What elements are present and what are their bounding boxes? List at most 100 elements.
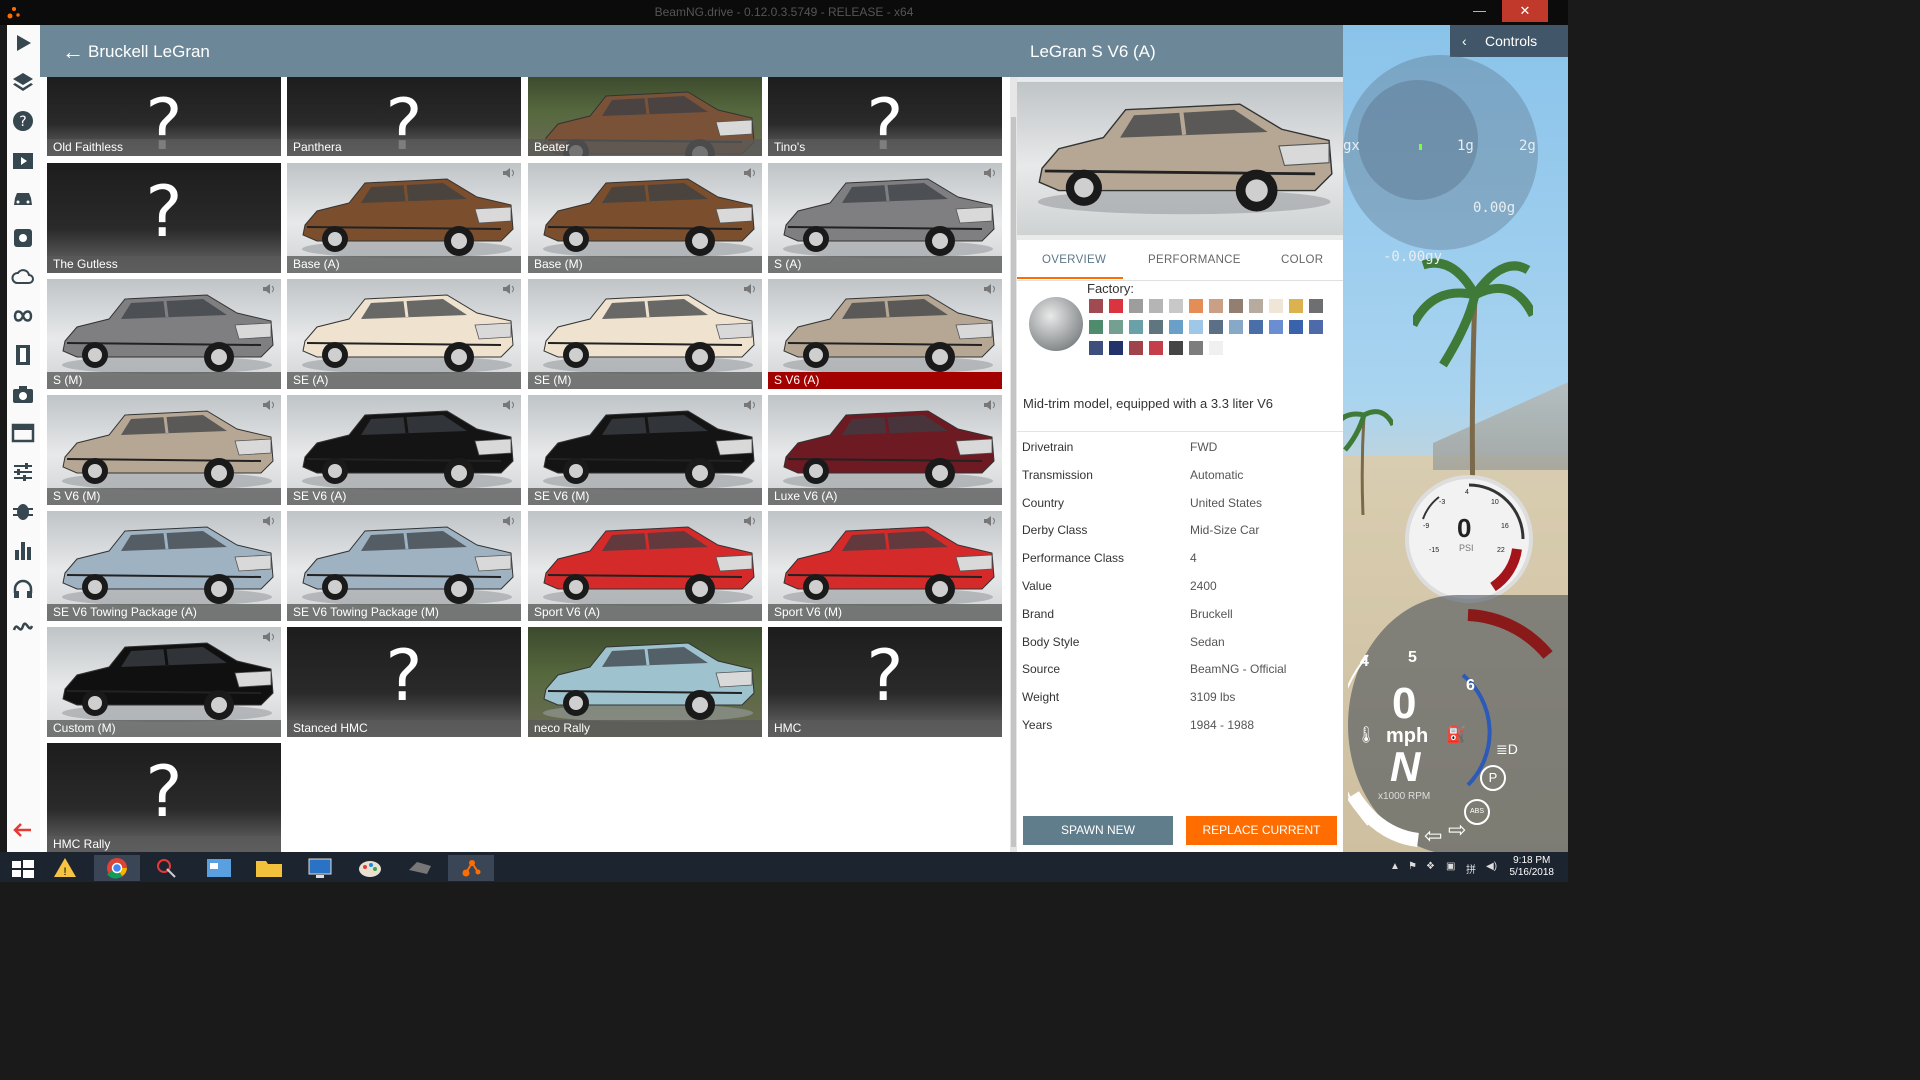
taskbar-clock[interactable]: 9:18 PM 5/16/2018 xyxy=(1510,855,1555,879)
color-swatch[interactable] xyxy=(1189,320,1203,334)
bar-chart-icon[interactable] xyxy=(11,538,35,562)
vehicle-tile[interactable]: Sport V6 (A) xyxy=(528,511,762,621)
vehicle-tile[interactable]: SE V6 (A) xyxy=(287,395,521,505)
color-swatch[interactable] xyxy=(1309,320,1323,334)
vehicle-tile[interactable]: ? Old Faithless xyxy=(47,77,281,156)
color-swatch[interactable] xyxy=(1129,320,1143,334)
vehicle-tile[interactable]: SE V6 (M) xyxy=(528,395,762,505)
gear-icon[interactable] xyxy=(11,226,35,250)
color-swatch[interactable] xyxy=(1089,299,1103,313)
paint-app-icon[interactable] xyxy=(347,855,393,881)
vehicle-tile[interactable]: S V6 (M) xyxy=(47,395,281,505)
vehicle-tile[interactable]: SE (A) xyxy=(287,279,521,389)
loop-icon[interactable] xyxy=(11,304,35,328)
spawn-new-button[interactable]: SPAWN NEW xyxy=(1023,816,1173,845)
color-swatch[interactable] xyxy=(1189,299,1203,313)
color-swatch[interactable] xyxy=(1269,320,1283,334)
color-swatch[interactable] xyxy=(1169,320,1183,334)
tray-dropbox-icon[interactable]: ❖ xyxy=(1426,861,1435,872)
color-swatch[interactable] xyxy=(1089,341,1103,355)
vehicle-tile[interactable]: ? Panthera xyxy=(287,77,521,156)
exit-arrow-icon[interactable] xyxy=(11,818,35,842)
monitor-app-icon[interactable] xyxy=(297,855,343,881)
color-swatch[interactable] xyxy=(1289,299,1303,313)
sliders-icon[interactable] xyxy=(11,460,35,484)
windows-start-icon[interactable] xyxy=(0,855,46,881)
vehicle-tile[interactable]: ? HMC xyxy=(768,627,1002,737)
color-swatch[interactable] xyxy=(1129,341,1143,355)
game-app-icon[interactable] xyxy=(397,855,443,881)
back-arrow-icon[interactable]: ← xyxy=(62,39,84,65)
color-swatch[interactable] xyxy=(1289,320,1303,334)
color-swatch[interactable] xyxy=(1169,341,1183,355)
tray-flag-icon[interactable]: ⚑ xyxy=(1408,861,1417,872)
vehicle-tile[interactable]: Base (M) xyxy=(528,163,762,273)
camera-icon[interactable] xyxy=(11,382,35,406)
bug-icon[interactable] xyxy=(11,499,35,523)
warning-app-icon[interactable]: ! xyxy=(45,855,91,881)
color-swatch[interactable] xyxy=(1149,299,1163,313)
color-swatch[interactable] xyxy=(1269,299,1283,313)
color-swatch[interactable] xyxy=(1109,299,1123,313)
vehicle-tile[interactable]: ? Stanced HMC xyxy=(287,627,521,737)
vehicle-tile[interactable]: ? HMC Rally xyxy=(47,743,281,852)
vehicle-tile[interactable]: S (M) xyxy=(47,279,281,389)
tray-network-icon[interactable]: ▣ xyxy=(1446,861,1455,872)
beamng-taskbar-icon[interactable] xyxy=(448,855,494,881)
vehicle-tile[interactable]: ? Tino's xyxy=(768,77,1002,156)
tray-chevron-icon[interactable]: ▲ xyxy=(1390,861,1400,872)
color-swatch[interactable] xyxy=(1089,320,1103,334)
vehicle-tile[interactable]: neco Rally xyxy=(528,627,762,737)
color-swatch[interactable] xyxy=(1229,299,1243,313)
color-swatch[interactable] xyxy=(1109,320,1123,334)
tray-ime-icon[interactable]: 拼 xyxy=(1466,861,1476,876)
help-icon[interactable]: ? xyxy=(11,109,35,133)
scrollbar-thumb[interactable] xyxy=(1011,117,1016,847)
tray-volume-icon[interactable]: ◀) xyxy=(1486,861,1497,872)
color-swatch[interactable] xyxy=(1309,299,1323,313)
chrome-icon[interactable] xyxy=(94,855,140,881)
vehicle-tile[interactable]: Sport V6 (M) xyxy=(768,511,1002,621)
wave-icon[interactable] xyxy=(11,616,35,640)
color-swatch[interactable] xyxy=(1249,299,1263,313)
vehicle-tile[interactable]: Custom (M) xyxy=(47,627,281,737)
vehicle-tile[interactable]: SE V6 Towing Package (A) xyxy=(47,511,281,621)
color-swatch[interactable] xyxy=(1229,320,1243,334)
vehicle-tile[interactable]: SE V6 Towing Package (M) xyxy=(287,511,521,621)
tab-overview[interactable]: OVERVIEW xyxy=(1042,254,1106,266)
film-icon[interactable] xyxy=(11,343,35,367)
replace-current-button[interactable]: REPLACE CURRENT xyxy=(1186,816,1337,845)
minimize-button[interactable]: — xyxy=(1473,3,1486,18)
color-swatch[interactable] xyxy=(1209,341,1223,355)
vehicle-tile[interactable]: SE (M) xyxy=(528,279,762,389)
controls-button[interactable]: ‹ Controls xyxy=(1450,25,1568,57)
vehicle-tile[interactable]: Luxe V6 (A) xyxy=(768,395,1002,505)
color-swatch[interactable] xyxy=(1209,299,1223,313)
vehicle-tile[interactable]: S V6 (A) xyxy=(768,279,1002,389)
close-button[interactable]: ✕ xyxy=(1502,0,1548,22)
vehicle-tile[interactable]: S (A) xyxy=(768,163,1002,273)
color-swatch[interactable] xyxy=(1209,320,1223,334)
color-swatch[interactable] xyxy=(1149,320,1163,334)
tab-color[interactable]: COLOR xyxy=(1281,254,1323,266)
color-swatch[interactable] xyxy=(1129,299,1143,313)
headphones-icon[interactable] xyxy=(11,577,35,601)
file-explorer-icon[interactable] xyxy=(246,855,292,881)
window-icon[interactable] xyxy=(11,421,35,445)
video-icon[interactable] xyxy=(11,148,35,172)
tab-performance[interactable]: PERFORMANCE xyxy=(1148,254,1241,266)
color-swatch[interactable] xyxy=(1189,341,1203,355)
vehicle-tile[interactable]: Beater xyxy=(528,77,762,156)
control-panel-icon[interactable] xyxy=(196,855,242,881)
color-swatch[interactable] xyxy=(1109,341,1123,355)
vehicle-tile[interactable]: Base (A) xyxy=(287,163,521,273)
color-swatch[interactable] xyxy=(1149,341,1163,355)
vehicle-tile[interactable]: ? The Gutless xyxy=(47,163,281,273)
play-icon[interactable] xyxy=(11,31,35,55)
car-icon[interactable] xyxy=(11,187,35,211)
color-swatch[interactable] xyxy=(1169,299,1183,313)
snipping-tool-icon[interactable] xyxy=(145,855,191,881)
vehicle-grid-scrollbar[interactable] xyxy=(1010,77,1017,852)
layers-icon[interactable] xyxy=(11,70,35,94)
cloud-icon[interactable] xyxy=(11,265,35,289)
